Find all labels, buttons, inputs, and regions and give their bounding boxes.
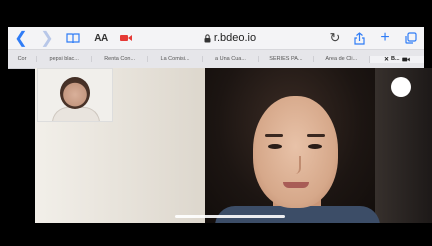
reload-icon: ↻ [329,30,341,45]
share-icon [353,31,365,45]
forward-icon: ❯ [40,30,54,47]
tab-item[interactable]: pepsi blac... [36,56,91,62]
eye [308,144,322,149]
tab-item-active[interactable]: ✕ B... [368,55,424,63]
browser-toolbar: ❮ ❯ AA r.bdeo.io ↻ + [8,27,424,50]
tab-item[interactable]: SERIES PA... [257,56,313,62]
active-tab-label: B... [390,56,400,62]
tab-bar: Cor pepsi blac... Renta Con... La Comisi… [8,50,424,69]
mouth [283,182,309,188]
capture-button[interactable] [391,77,411,97]
tab-item[interactable]: Área de Cli... [313,56,368,62]
share-button[interactable] [346,27,372,49]
forward-button[interactable]: ❯ [34,27,60,49]
bookmarks-icon [66,32,80,43]
self-view-video[interactable] [37,68,113,122]
brow [265,134,283,137]
lock-icon [204,33,211,42]
eye [268,144,282,149]
recording-indicator [116,27,136,49]
back-button[interactable]: ❮ [8,27,34,49]
bookmarks-button[interactable] [60,27,86,49]
brow [307,134,325,137]
new-tab-button[interactable]: + [372,27,398,49]
recording-icon [120,35,132,41]
back-icon: ❮ [14,30,28,47]
recording-icon [401,57,410,61]
tab-item[interactable]: a Una Cua... [202,56,257,62]
address-bar[interactable]: r.bdeo.io [136,32,324,44]
url-text: r.bdeo.io [213,32,257,44]
new-tab-icon: + [380,29,390,46]
reload-button[interactable]: ↻ [324,27,346,49]
tab-item[interactable]: Renta Con... [91,56,146,62]
tab-item[interactable]: La Comisi... [146,56,202,62]
remote-person-face [253,96,338,208]
self-view-face [60,77,90,109]
close-tab-icon[interactable]: ✕ [384,56,389,63]
self-view-body [52,107,100,121]
reader-button[interactable]: AA [86,27,116,49]
tabs-button[interactable] [398,27,424,49]
home-indicator[interactable] [175,215,285,218]
nose [291,156,301,174]
tab-item[interactable]: Cor [8,56,36,62]
tabs-icon [405,32,417,44]
